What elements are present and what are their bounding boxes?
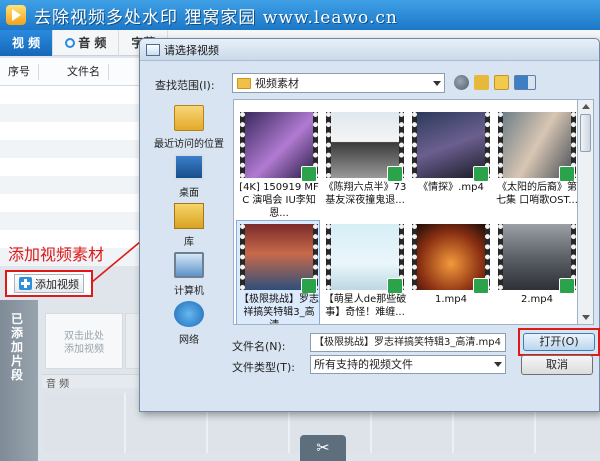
dialog-window-icon xyxy=(146,43,160,56)
file-item[interactable]: 《太阳的后裔》第七集 口哨歌OST... xyxy=(494,108,578,218)
file-item[interactable]: 【萌星人de那些破事】奇怪！难缠... xyxy=(322,220,407,324)
video-file-badge-icon xyxy=(387,278,403,294)
file-item-label: 《太阳的后裔》第七集 口哨歌OST... xyxy=(496,182,578,206)
file-grid-scrollbar[interactable] xyxy=(578,99,594,325)
places-bar: 最近访问的位置 桌面 库 计算机 网络 xyxy=(145,99,233,349)
audio-track-label: 音 频 xyxy=(46,379,70,390)
place-computer-label: 计算机 xyxy=(174,286,204,297)
app-title-bar: 去除视频多处水印 狸窝家园 www.leawo.cn xyxy=(0,0,600,30)
back-icon[interactable] xyxy=(454,75,469,90)
dialog-title: 请选择视频 xyxy=(164,43,219,57)
recent-places-icon xyxy=(174,105,204,131)
file-item-label: 【极限挑战】罗志祥搞笑特辑3_高清... xyxy=(239,294,319,324)
file-grid[interactable]: [4K] 150919 MFC 演唱会 IU李知恩... 《陈翔六点半》73 基… xyxy=(233,99,578,325)
look-in-label: 查找范围(I): xyxy=(155,79,215,92)
col-filename-header[interactable]: 文件名 xyxy=(39,63,109,80)
place-desktop-label: 桌面 xyxy=(179,188,199,199)
filename-label: 文件名(N): xyxy=(232,340,286,353)
add-video-button-label: 添加视频 xyxy=(35,277,79,291)
scroll-up-icon[interactable] xyxy=(582,104,590,109)
chevron-down-icon[interactable] xyxy=(494,362,502,367)
new-folder-icon[interactable] xyxy=(494,75,509,90)
file-item-label: 2.mp4 xyxy=(521,294,553,305)
file-item[interactable]: 《情探》.mp4 xyxy=(408,108,492,218)
file-item-label: [4K] 150919 MFC 演唱会 IU李知恩... xyxy=(239,182,319,217)
cancel-button[interactable]: 取消 xyxy=(521,355,593,375)
add-video-button[interactable]: 添加视频 xyxy=(14,274,84,293)
tab-audio-icon xyxy=(65,38,76,48)
up-folder-icon[interactable] xyxy=(474,75,489,90)
video-file-badge-icon xyxy=(387,166,403,182)
video-thumbnail xyxy=(498,224,576,294)
library-icon xyxy=(174,203,204,229)
filename-input[interactable]: 【极限挑战】罗志祥搞笑特辑3_高清.mp4 xyxy=(310,333,506,352)
look-in-value: 视频素材 xyxy=(255,77,299,90)
app-logo-icon xyxy=(6,5,26,25)
dialog-toolbar xyxy=(454,75,536,90)
video-file-badge-icon xyxy=(473,278,489,294)
scroll-down-icon[interactable] xyxy=(582,315,590,320)
video-thumbnail xyxy=(240,112,318,182)
scissors-icon[interactable]: ✂ xyxy=(300,435,346,461)
clip-panel-side-label: 已添加片段 xyxy=(11,312,24,382)
desktop-icon xyxy=(174,154,204,180)
video-thumbnail xyxy=(240,224,318,294)
app-title: 去除视频多处水印 狸窝家园 www.leawo.cn xyxy=(34,7,398,28)
open-file-dialog: 请选择视频 查找范围(I): 视频素材 最近访问的位置 桌面 库 计算机 网络 … xyxy=(139,38,600,412)
file-list-header: 序号 文件名 xyxy=(0,58,140,86)
clip-panel-side-tab[interactable]: 已添加片段 xyxy=(0,300,38,461)
look-in-combo[interactable]: 视频素材 xyxy=(232,73,445,93)
video-file-badge-icon xyxy=(301,278,317,294)
file-item-label: 1.mp4 xyxy=(435,294,467,305)
scrollbar-thumb[interactable] xyxy=(580,114,591,152)
video-thumbnail xyxy=(498,112,576,182)
video-thumbnail xyxy=(326,112,404,182)
place-desktop[interactable]: 桌面 xyxy=(145,154,233,199)
file-item[interactable]: [4K] 150919 MFC 演唱会 IU李知恩... xyxy=(236,108,320,218)
clip-slot-placeholder[interactable]: 双击此处 添加视频 xyxy=(45,313,123,369)
col-index-header[interactable]: 序号 xyxy=(0,63,39,80)
video-file-badge-icon xyxy=(301,166,317,182)
video-file-badge-icon xyxy=(473,166,489,182)
file-item-selected[interactable]: 【极限挑战】罗志祥搞笑特辑3_高清... xyxy=(236,220,320,324)
clip-slot-placeholder-text: 双击此处 添加视频 xyxy=(64,331,104,355)
open-button[interactable]: 打开(O) xyxy=(523,333,595,351)
file-item-label: 《情探》.mp4 xyxy=(418,182,484,193)
file-list[interactable] xyxy=(0,86,140,266)
place-network[interactable]: 网络 xyxy=(145,301,233,346)
file-item-label: 【萌星人de那些破事】奇怪！难缠... xyxy=(323,294,407,318)
dialog-title-bar[interactable]: 请选择视频 xyxy=(140,39,599,61)
video-thumbnail xyxy=(326,224,404,294)
file-item[interactable]: 2.mp4 xyxy=(494,220,577,324)
tab-audio-label: 音 频 xyxy=(78,36,107,50)
filetype-value: 所有支持的视频文件 xyxy=(314,358,413,371)
open-button-highlight-box: 打开(O) xyxy=(518,328,600,356)
file-item[interactable]: 1.mp4 xyxy=(408,220,492,324)
tab-video-label: 视 频 xyxy=(12,36,41,50)
video-file-badge-icon xyxy=(559,278,575,294)
place-computer[interactable]: 计算机 xyxy=(145,252,233,297)
video-thumbnail xyxy=(412,112,490,182)
place-recent-label: 最近访问的位置 xyxy=(154,139,224,150)
filetype-select[interactable]: 所有支持的视频文件 xyxy=(310,355,506,374)
video-thumbnail xyxy=(412,224,490,294)
file-item[interactable]: 《陈翔六点半》73 基友深夜撞鬼退... xyxy=(322,108,406,218)
video-file-badge-icon xyxy=(559,166,575,182)
view-menu-icon[interactable] xyxy=(514,75,536,90)
add-video-highlight-box: 添加视频 xyxy=(5,270,93,297)
add-plus-icon xyxy=(19,277,32,290)
place-library[interactable]: 库 xyxy=(145,203,233,248)
place-library-label: 库 xyxy=(184,237,194,248)
place-network-label: 网络 xyxy=(179,335,199,346)
chevron-down-icon[interactable] xyxy=(430,74,444,92)
computer-icon xyxy=(174,252,204,278)
file-item-label: 《陈翔六点半》73 基友深夜撞鬼退... xyxy=(323,182,407,206)
filetype-label: 文件类型(T): xyxy=(232,361,296,374)
folder-icon xyxy=(237,77,251,89)
network-icon xyxy=(174,301,204,327)
place-recent[interactable]: 最近访问的位置 xyxy=(145,105,233,150)
tab-audio[interactable]: 音 频 xyxy=(53,30,120,56)
tab-video[interactable]: 视 频 xyxy=(0,30,54,56)
annotation-add-video-text: 添加视频素材 xyxy=(8,245,105,264)
